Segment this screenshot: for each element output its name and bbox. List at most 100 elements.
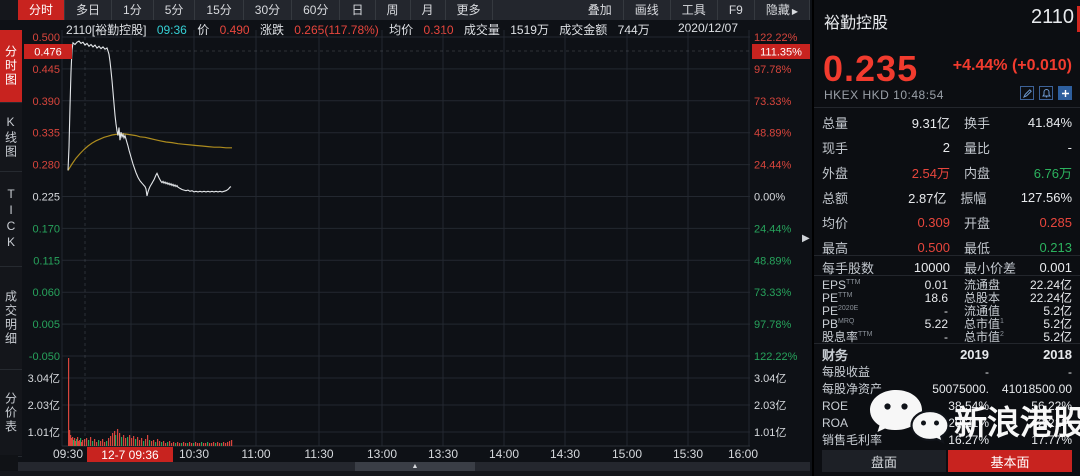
turnover-value: 744万 — [617, 23, 650, 37]
svg-text:16:00: 16:00 — [728, 447, 758, 461]
stat-row: 均价 0.309 开盘 0.285 — [822, 215, 1072, 231]
svg-text:3.04亿: 3.04亿 — [754, 372, 786, 385]
finance-row: ROA 29.21% 42.21% — [822, 415, 1072, 430]
tool-3[interactable]: F9 — [718, 0, 755, 20]
price-change: +4.44% (+0.010) — [952, 57, 1072, 74]
valuation-metrics: EPSTTM 0.01 流通盘 22.24亿 PETTM 18.6 总股本 22.24亿 PE2… — [822, 278, 1072, 345]
svg-text:0.225: 0.225 — [32, 192, 60, 204]
svg-text:73.33%: 73.33% — [754, 96, 792, 108]
tool-2[interactable]: 工具 — [671, 0, 718, 20]
stock-name: 裕勤控股 — [824, 15, 889, 32]
volume-label: 成交量 — [463, 23, 500, 37]
svg-text:0.445: 0.445 — [32, 64, 60, 76]
bottom-strip — [0, 471, 810, 476]
period-tab-5[interactable]: 30分 — [244, 0, 293, 20]
panel-tab-1[interactable]: 基本面 — [948, 450, 1072, 472]
tool-0[interactable]: 叠加 — [577, 0, 624, 20]
svg-text:0.335: 0.335 — [32, 128, 60, 140]
period-tab-2[interactable]: 1分 — [112, 0, 154, 20]
svg-text:0.280: 0.280 — [32, 160, 60, 172]
stock-code: 2110 — [1030, 6, 1074, 28]
svg-text:48.89%: 48.89% — [754, 255, 792, 267]
svg-text:48.89%: 48.89% — [754, 128, 792, 140]
svg-text:97.78%: 97.78% — [754, 319, 792, 331]
lot-size-row: 每手股数 10000 最小价差 0.001 — [822, 258, 1072, 276]
svg-text:11:00: 11:00 — [241, 447, 270, 461]
finance-row: ROE 38.54% 56.22% — [822, 398, 1072, 413]
quote-panel: 裕勤控股 2110 0.235 +4.44% (+0.010) HKEX HKD… — [812, 0, 1080, 476]
svg-text:1.01亿: 1.01亿 — [28, 426, 60, 439]
svg-text:97.78%: 97.78% — [754, 64, 792, 76]
svg-text:15:30: 15:30 — [673, 447, 703, 461]
period-tab-6[interactable]: 60分 — [292, 0, 341, 20]
period-tab-4[interactable]: 15分 — [195, 0, 244, 20]
svg-text:2.03亿: 2.03亿 — [28, 399, 60, 412]
trading-terminal: 分时 多日 1分 5分 15分 30分 60分日周月更多 叠加 画线 工具 F9 隐藏 ▶ 2110[… — [0, 0, 1080, 476]
svg-text:12-7 09:36: 12-7 09:36 — [101, 448, 159, 462]
svg-text:0.476: 0.476 — [34, 47, 62, 59]
svg-text:13:00: 13:00 — [367, 447, 397, 461]
stat-row: 每手股数 10000 最小价差 0.001 — [822, 259, 1072, 276]
svg-text:10:30: 10:30 — [179, 447, 209, 461]
finance-row: 每股收益 - - — [822, 364, 1072, 380]
last-price: 0.235 — [823, 48, 919, 89]
divider — [814, 343, 1080, 344]
period-tab-0[interactable]: 分时 — [18, 0, 66, 20]
svg-text:-0.050: -0.050 — [29, 351, 60, 363]
svg-text:09:30: 09:30 — [53, 447, 83, 461]
period-tab-10[interactable]: 更多 — [446, 0, 493, 20]
expand-arrow-icon: ▶ — [791, 7, 798, 16]
svg-text:122.22%: 122.22% — [754, 351, 798, 363]
alert-bell-icon[interactable] — [1039, 86, 1053, 100]
chart-date: 2020/12/07 — [677, 21, 738, 35]
svg-text:24.44%: 24.44% — [754, 160, 792, 172]
price-value: 0.490 — [219, 23, 250, 37]
sidebar-item-4[interactable]: 分价表 — [0, 370, 22, 457]
intraday-chart: 0.500 0.445 0.390 0.335 0.280 0.225 0.170 0.115… — [24, 30, 810, 462]
svg-text:0.170: 0.170 — [32, 223, 60, 235]
svg-text:0.00%: 0.00% — [754, 192, 785, 204]
sidebar-item-2[interactable]: TICK — [0, 172, 22, 267]
add-watchlist-icon[interactable] — [1058, 86, 1072, 100]
period-tab-1[interactable]: 多日 — [65, 0, 113, 20]
stat-row: 外盘 2.54万 内盘 6.76万 — [822, 166, 1072, 181]
scrollbar-arrow-icon: ▲ — [411, 463, 419, 470]
avg-label: 均价 — [389, 23, 414, 37]
stat-row: 最高 0.500 最低 0.213 — [822, 240, 1072, 256]
price-label: 价 — [197, 23, 210, 37]
scrollbar-thumb[interactable]: ▲ — [355, 462, 475, 471]
period-tabs: 分时 多日 1分 5分 15分 30分 60分日周月更多 — [18, 0, 493, 20]
change-label: 涨跌 — [259, 23, 284, 37]
svg-text:14:00: 14:00 — [489, 447, 519, 461]
finance-header: 财务 2019 2018 — [822, 347, 1072, 363]
period-tab-bar: 分时 多日 1分 5分 15分 30分 60分日周月更多 叠加 画线 工具 F9 隐藏 ▶ — [0, 0, 810, 20]
panel-collapse-icon[interactable]: ▶ — [802, 233, 810, 244]
svg-text:0.390: 0.390 — [32, 96, 60, 108]
sidebar-item-3[interactable]: 成交明细 — [0, 267, 22, 370]
sidebar-item-1[interactable]: K线图 — [0, 103, 22, 172]
svg-text:11:30: 11:30 — [304, 447, 333, 461]
tool-4[interactable]: 隐藏 ▶ — [755, 0, 810, 20]
chart-scrollbar[interactable]: ▲ — [18, 462, 810, 471]
chart-tools: 叠加 画线 工具 F9 隐藏 ▶ — [577, 0, 810, 20]
svg-text:111.35%: 111.35% — [760, 47, 802, 59]
sidebar-item-0[interactable]: 分时图 — [0, 30, 22, 103]
chart-info-header: 2110[裕勤控股] 09:36 价 0.490 涨跌 0.265(117.78… — [66, 21, 810, 38]
tool-1[interactable]: 画线 — [624, 0, 671, 20]
period-tab-3[interactable]: 5分 — [154, 0, 196, 20]
change-value: 0.265(117.78%) — [294, 23, 379, 37]
turnover-label: 成交金额 — [559, 23, 608, 37]
period-tab-8[interactable]: 周 — [376, 0, 411, 20]
symbol-label: 2110[裕勤控股] — [66, 23, 147, 37]
svg-text:14:30: 14:30 — [550, 447, 580, 461]
edit-icon[interactable] — [1020, 86, 1034, 100]
finance-row: 销售毛利率 16.27% 17.77% — [822, 432, 1072, 448]
panel-tab-0[interactable]: 盘面 — [822, 450, 946, 472]
volume-value: 1519万 — [510, 23, 549, 37]
svg-text:15:00: 15:00 — [612, 447, 642, 461]
financials-table: 财务 2019 2018 每股收益 - - 每股净资产 50075000. 41018500.0… — [822, 346, 1072, 448]
quote-actions — [1020, 86, 1072, 100]
period-tab-9[interactable]: 月 — [411, 0, 446, 20]
svg-text:13:30: 13:30 — [428, 447, 458, 461]
period-tab-7[interactable]: 日 — [340, 0, 376, 20]
